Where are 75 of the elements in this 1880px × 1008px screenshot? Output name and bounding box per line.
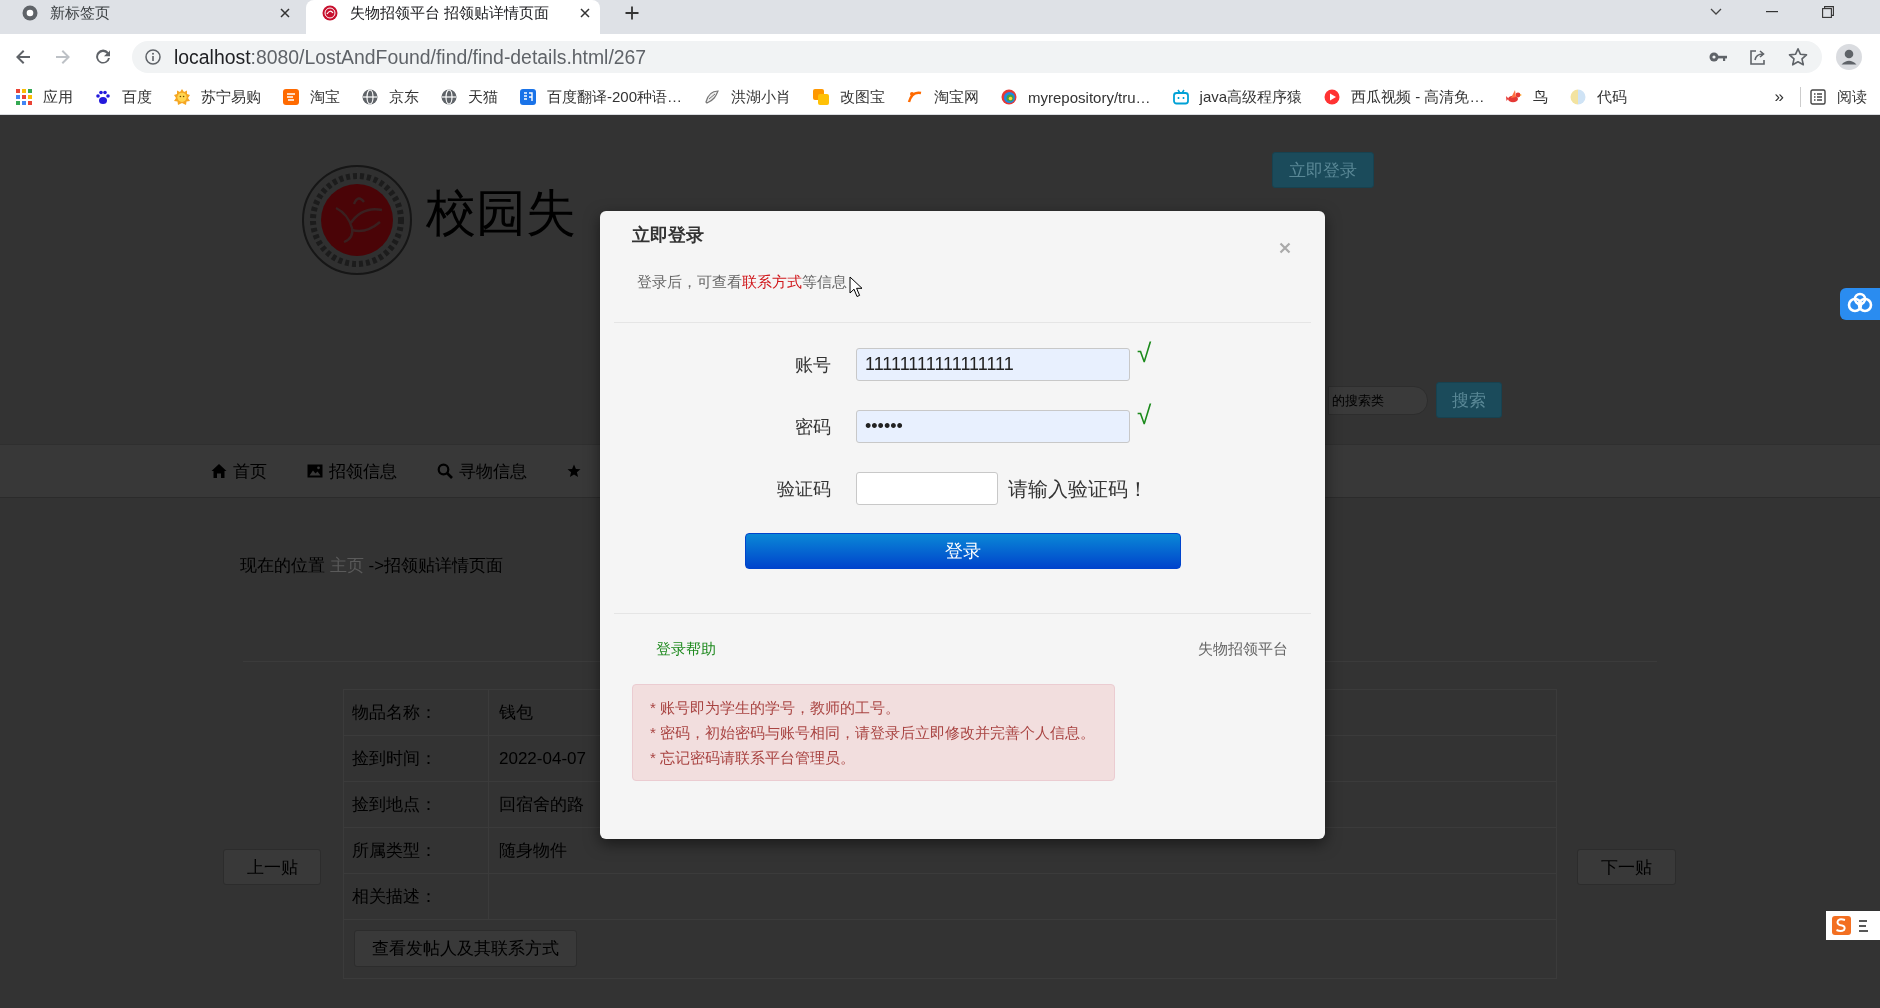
plus-icon[interactable] [624,5,640,21]
close-icon[interactable] [280,8,290,18]
info-icon[interactable] [145,49,161,65]
search-icon [437,463,453,479]
bookmark[interactable]: 天猫 [441,87,498,107]
globe-icon [441,89,457,105]
rings-tile-icon[interactable] [1840,288,1880,320]
submit-button[interactable]: 登录 [745,533,1181,569]
url-text: localhost:8080/LostAndFound/find/find-details.html/267 [174,45,647,69]
bookmark[interactable]: 淘宝 [283,87,340,107]
rings-icon [1001,89,1018,105]
home-icon [211,463,227,479]
list-icon [1810,89,1826,105]
sun-face-icon [174,89,190,105]
swoosh-icon [907,89,924,105]
captcha-field[interactable] [856,472,998,505]
password-field[interactable]: •••••• [856,410,1130,443]
half-circle-icon [1570,89,1587,105]
notice-text: * 账号即为学生的学号，教师的工号。 [650,698,900,718]
platform-name: 失物招领平台 [1198,639,1288,659]
validation-hint: 请输入验证码！ [1008,476,1148,502]
field-label: 账号 [795,354,831,375]
bookmark[interactable]: 淘宝网 [907,87,980,107]
play-icon [1324,89,1341,105]
emblem-icon [300,164,414,276]
minimize-icon[interactable] [1766,11,1778,13]
image-icon [307,463,323,479]
notice-text: * 密码，初始密码与账号相同，请登录后立即修改并完善个人信息。 [650,723,1095,743]
account-field[interactable]: 11111111111111111 [856,348,1130,381]
avatar-icon[interactable] [1836,44,1862,70]
apps-grid-icon [16,89,32,105]
bookmark[interactable]: 西瓜视频 - 高清免… [1324,87,1485,107]
browser-tab[interactable]: 失物招领平台 招领贴详情页面 [306,0,600,34]
browser-tab[interactable]: 新标签页 [6,0,300,34]
check-mark: √ [1137,399,1152,431]
bookmark[interactable]: 洪湖小肖 [704,87,792,107]
help-link[interactable]: 登录帮助 [656,639,716,659]
reload-icon[interactable] [93,47,113,67]
bookmark[interactable]: myrepository/tru… [1001,88,1151,106]
reading-list-button[interactable]: 阅读 [1810,87,1867,107]
bookmark[interactable]: 京东 [362,87,419,107]
field-label: 验证码 [777,478,831,499]
bookmark[interactable]: 百度 [95,87,152,107]
notice-text: * 忘记密码请联系平台管理员。 [650,748,855,768]
bookmark[interactable]: java高级程序猿 [1172,87,1303,107]
bookmark[interactable]: 改图宝 [813,87,886,107]
emblem-icon [322,5,338,21]
login-hint-text: 登录后，可查看联系方式等信息 [637,272,847,292]
leaf-icon [704,89,721,105]
restore-icon[interactable] [1822,6,1834,18]
tv-icon [1172,89,1189,105]
bookmark[interactable]: 应用 [16,87,73,107]
circle-logo-icon [22,5,38,21]
stacked-squares-icon [813,89,830,105]
field-label: 密码 [795,416,831,437]
floating-toolbar-icon[interactable] [1826,911,1880,940]
address-bar[interactable]: localhost:8080/LostAndFound/find/find-details.html/267 [132,41,1822,73]
check-mark: √ [1137,337,1152,369]
bookmark[interactable]: 代码 [1570,87,1628,107]
tile-icon [520,89,536,105]
tile-icon [283,89,299,105]
share-icon[interactable] [1748,47,1768,67]
mouse-cursor-icon [849,276,863,298]
bookmark[interactable]: 鸟 [1506,87,1549,107]
globe-icon [362,89,378,105]
more-bookmarks-button[interactable]: » [1774,87,1784,107]
close-icon[interactable] [580,8,590,18]
dialog-title: 立即登录 [632,224,704,247]
star-icon[interactable] [567,464,581,478]
bookmark[interactable]: 苏宁易购 [174,87,261,107]
bird-icon [1506,89,1523,105]
star-icon[interactable] [1788,47,1808,67]
chevron-down-icon[interactable] [1710,8,1722,16]
bookmark[interactable]: 百度翻译-200种语… [520,87,683,107]
paw-icon [95,89,111,105]
